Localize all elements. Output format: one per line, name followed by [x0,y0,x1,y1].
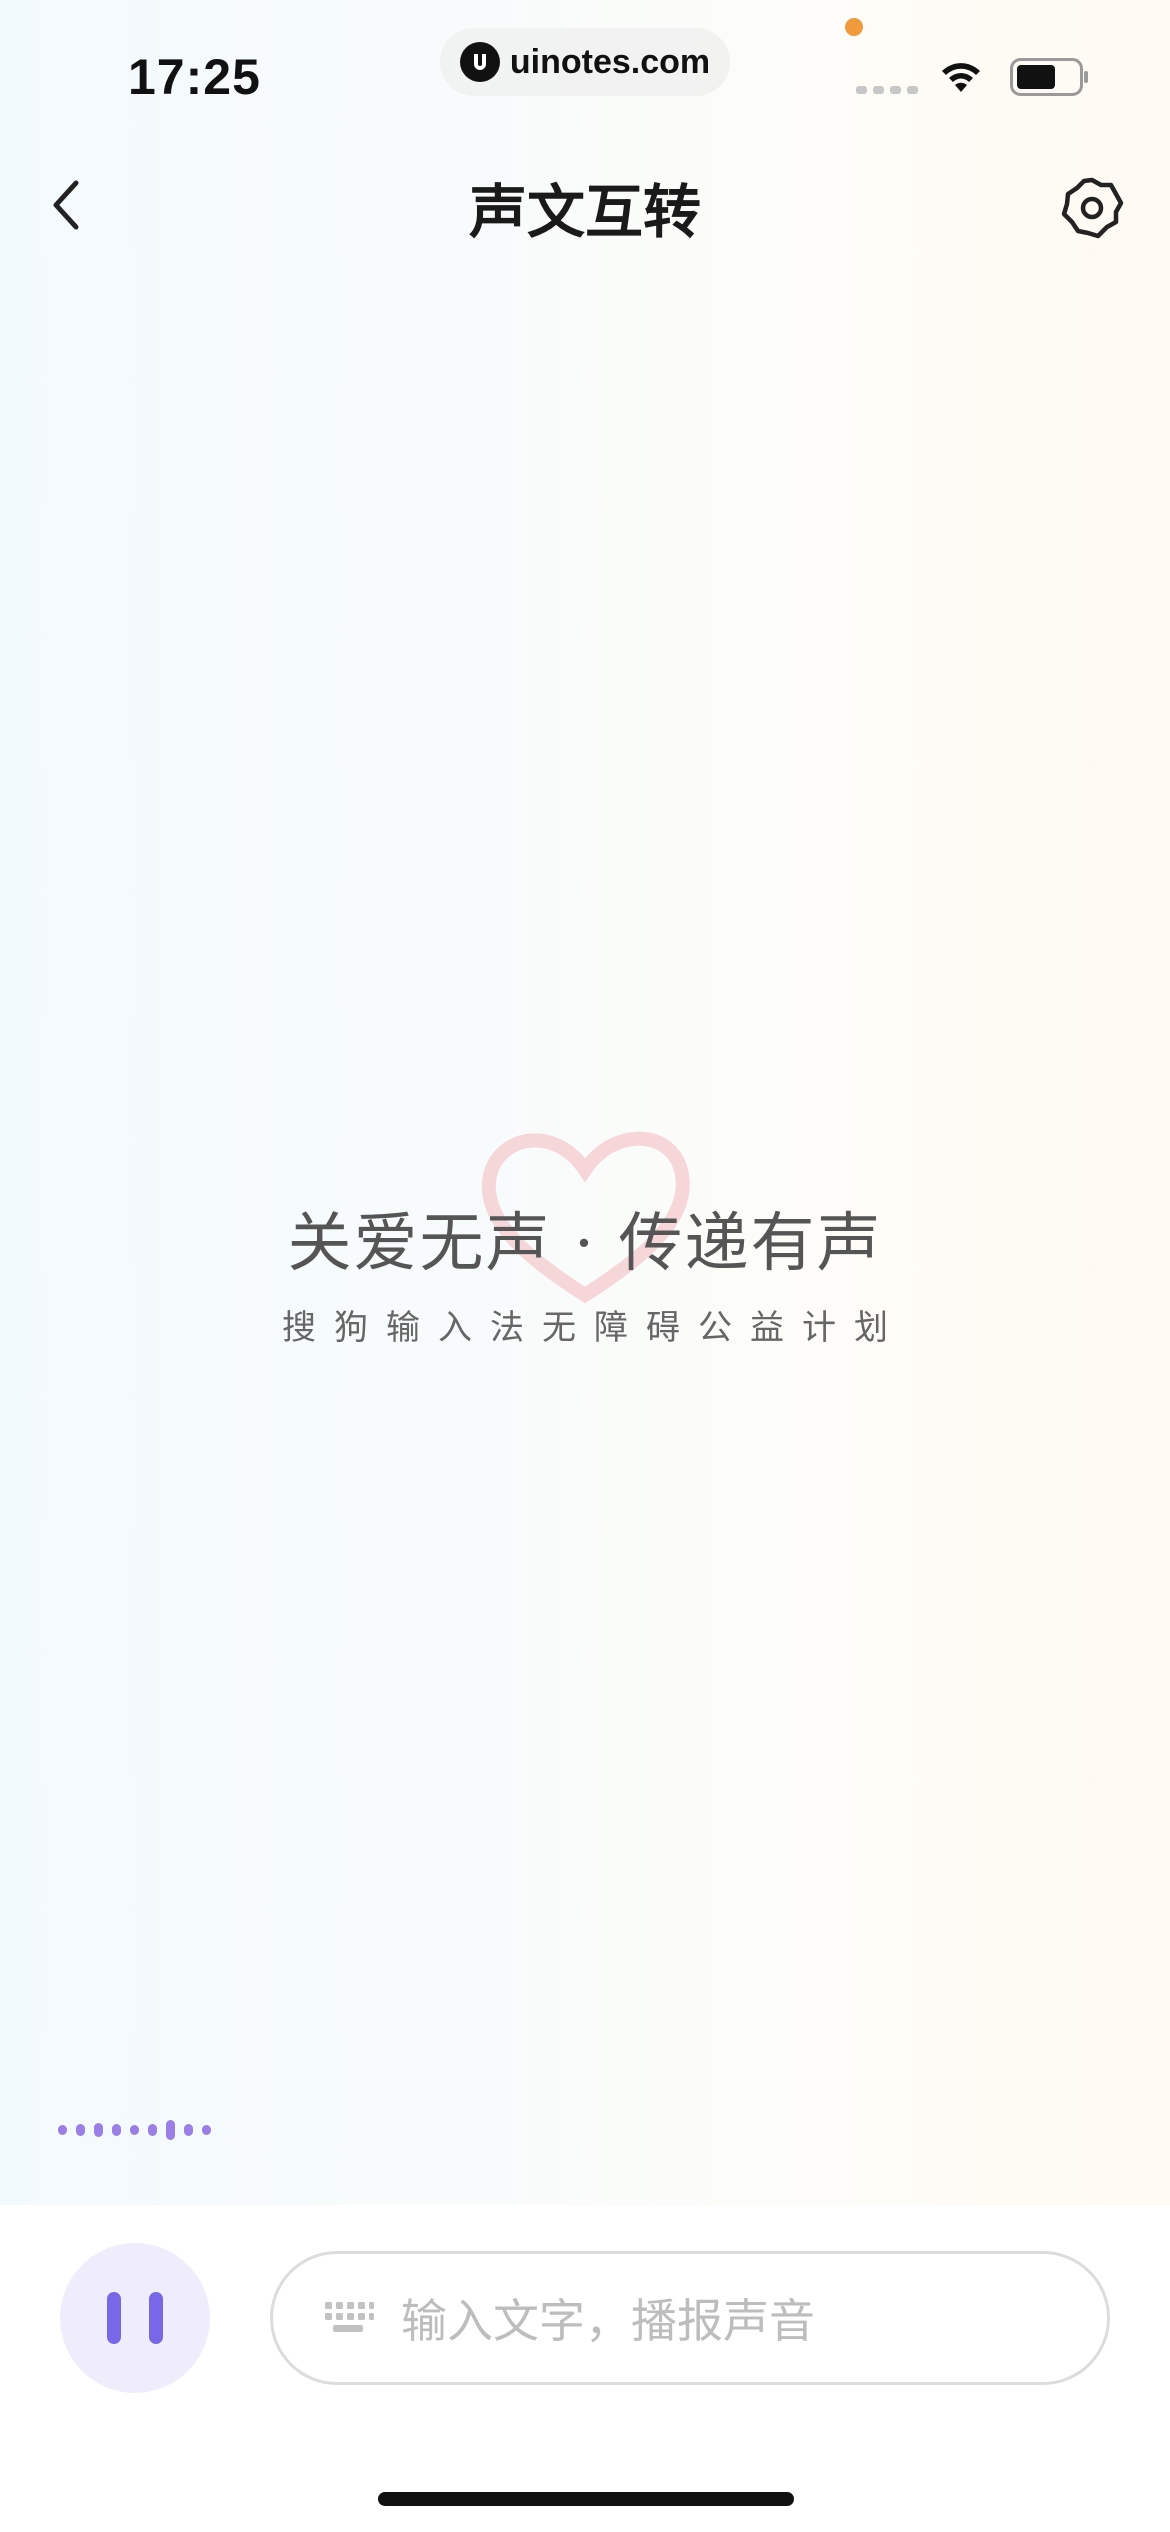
cellular-signal-icon [856,86,918,94]
voice-wave-indicator [58,2118,211,2142]
watermark-logo-icon [459,42,500,82]
gear-icon [1061,177,1124,239]
app-background [0,0,1170,2205]
text-input-field[interactable]: 输入文字，播报声音 [270,2251,1110,2385]
privacy-indicator-dot [845,18,863,36]
battery-icon [1010,58,1088,96]
pause-icon [107,2292,121,2344]
slogan-subtitle: 搜狗输入法无障碍公益计划 [282,1308,906,1348]
watermark-text: uinotes.com [509,42,711,81]
watermark-badge: uinotes.com [440,28,730,96]
home-indicator[interactable] [378,2492,794,2506]
keyboard-icon [325,2302,374,2332]
page-title: 声文互转 [468,178,701,246]
status-time: 17:25 [128,49,261,105]
input-placeholder: 输入文字，播报声音 [401,2294,815,2348]
slogan-title: 关爱无声 · 传递有声 [287,1207,883,1281]
settings-button[interactable] [1056,172,1128,244]
pause-button[interactable] [60,2243,210,2393]
wifi-icon [942,63,980,92]
